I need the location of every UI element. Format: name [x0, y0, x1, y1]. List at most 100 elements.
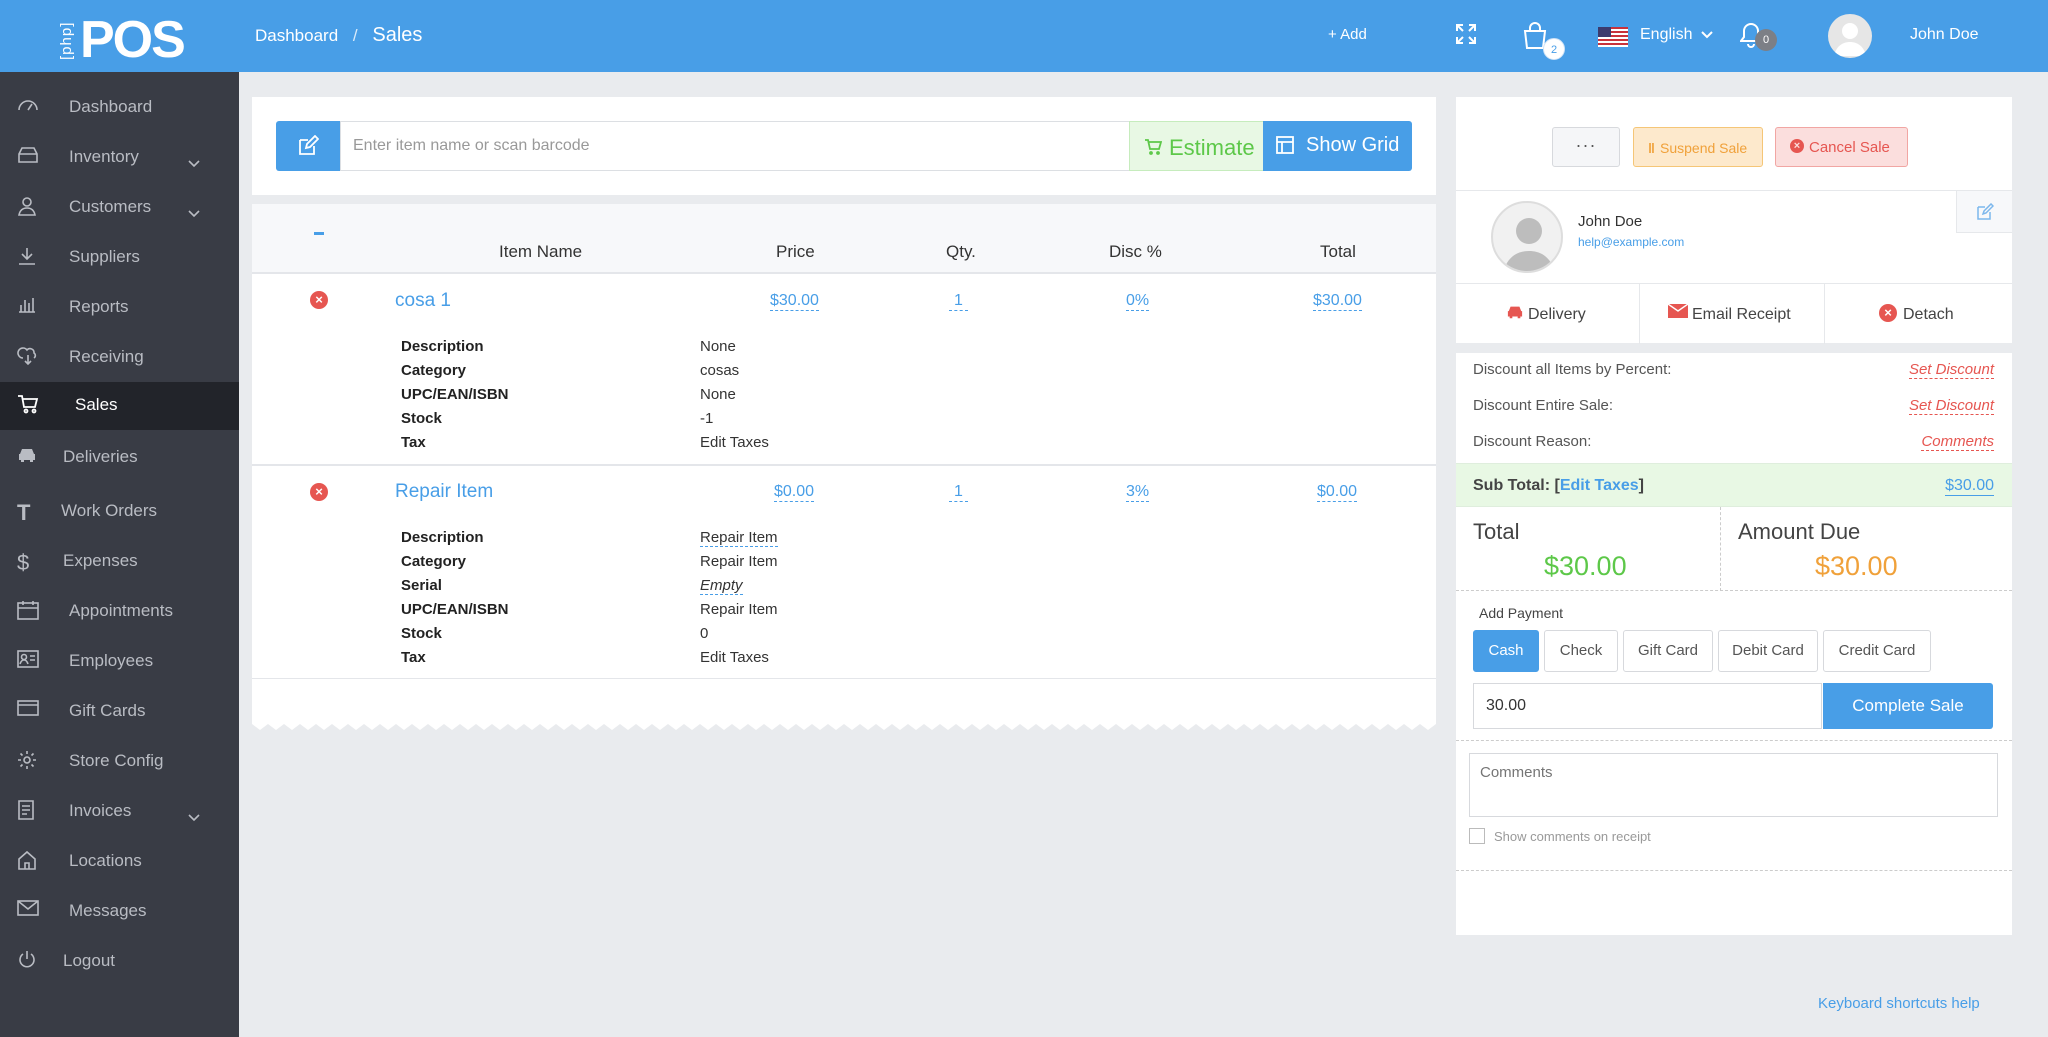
- sidebar-item-label: Employees: [69, 651, 154, 670]
- sidebar-item-label: Logout: [63, 951, 115, 970]
- suppliers-icon: [17, 246, 41, 268]
- delivery-label: Delivery: [1528, 306, 1586, 323]
- cancel-sale-button[interactable]: × Cancel Sale: [1775, 127, 1908, 167]
- sidebar-item-store-config[interactable]: Store Config: [0, 738, 239, 786]
- sidebar-item-locations[interactable]: Locations: [0, 838, 239, 886]
- comments-textarea[interactable]: [1469, 753, 1998, 817]
- column-header-disc[interactable]: Disc %: [1109, 242, 1162, 262]
- add-button[interactable]: + Add: [1328, 26, 1367, 43]
- sidebar-item-reports[interactable]: Reports: [0, 284, 239, 332]
- estimate-button[interactable]: Estimate: [1129, 121, 1265, 171]
- sidebar-item-logout[interactable]: Logout: [0, 938, 239, 986]
- sidebar: Dashboard Inventory Customers Suppliers …: [0, 72, 239, 1037]
- sidebar-item-appointments[interactable]: Appointments: [0, 588, 239, 636]
- sidebar-item-gift-cards[interactable]: Gift Cards: [0, 688, 239, 736]
- inventory-icon: [17, 146, 41, 168]
- keyboard-shortcuts-help-link[interactable]: Keyboard shortcuts help: [1818, 995, 1980, 1012]
- show-comments-label[interactable]: Show comments on receipt: [1494, 829, 1651, 844]
- sidebar-item-label: Invoices: [69, 801, 132, 820]
- item-search-panel: Estimate Show Grid: [252, 97, 1436, 195]
- discount-reason-link[interactable]: Comments: [1921, 433, 1994, 451]
- detail-label: Category: [401, 362, 467, 379]
- cart-item-discount[interactable]: 0%: [1126, 292, 1150, 311]
- column-header-item-name[interactable]: Item Name: [499, 242, 582, 262]
- customer-name[interactable]: John Doe: [1578, 213, 1642, 230]
- sidebar-item-customers[interactable]: Customers: [0, 184, 239, 232]
- user-name[interactable]: John Doe: [1910, 26, 1979, 44]
- deliveries-icon: [17, 446, 41, 468]
- more-options-button[interactable]: ···: [1552, 127, 1620, 167]
- edit-taxes-link[interactable]: Edit Taxes: [700, 649, 769, 666]
- collapse-all-toggle[interactable]: [314, 232, 324, 235]
- cart-item-price[interactable]: $30.00: [770, 292, 819, 311]
- language-label: English: [1640, 26, 1693, 43]
- payment-amount-input[interactable]: [1473, 683, 1822, 729]
- user-avatar[interactable]: [1828, 14, 1872, 58]
- detach-customer-button[interactable]: × Detach: [1825, 284, 2012, 344]
- cart-item-total[interactable]: $0.00: [1317, 483, 1358, 502]
- cart-item-qty[interactable]: 1: [949, 292, 968, 311]
- payment-credit-card-button[interactable]: Credit Card: [1823, 630, 1931, 672]
- item-search-input[interactable]: [340, 121, 1132, 171]
- row-divider: [252, 678, 1436, 679]
- edit-icon: [299, 135, 319, 155]
- payment-check-button[interactable]: Check: [1544, 630, 1618, 672]
- detail-value: Repair Item: [700, 601, 778, 618]
- delivery-button[interactable]: Delivery: [1456, 284, 1640, 344]
- column-header-price[interactable]: Price: [776, 242, 815, 262]
- cart-item-discount[interactable]: 3%: [1126, 483, 1150, 502]
- sidebar-item-label: Messages: [69, 901, 147, 920]
- remove-item-icon[interactable]: ×: [310, 483, 328, 501]
- serial-edit-link[interactable]: Empty: [700, 577, 743, 595]
- cart-item-total[interactable]: $30.00: [1313, 292, 1362, 311]
- sidebar-item-sales[interactable]: Sales: [0, 382, 239, 430]
- sidebar-item-dashboard[interactable]: Dashboard: [0, 84, 239, 132]
- edit-taxes-link[interactable]: Edit Taxes: [700, 434, 769, 451]
- email-receipt-button[interactable]: Email Receipt: [1640, 284, 1825, 344]
- payment-debit-card-button[interactable]: Debit Card: [1718, 630, 1818, 672]
- show-grid-label: Show Grid: [1306, 134, 1400, 156]
- sidebar-item-expenses[interactable]: $ Expenses: [0, 538, 239, 586]
- payment-gift-card-button[interactable]: Gift Card: [1623, 630, 1713, 672]
- email-receipt-label: Email Receipt: [1692, 306, 1791, 323]
- sidebar-item-inventory[interactable]: Inventory: [0, 134, 239, 182]
- sidebar-item-employees[interactable]: Employees: [0, 638, 239, 686]
- sidebar-item-deliveries[interactable]: Deliveries: [0, 434, 239, 482]
- sidebar-item-work-orders[interactable]: T Work Orders: [0, 488, 239, 536]
- column-header-total[interactable]: Total: [1320, 242, 1356, 262]
- cart-table: Item Name Price Qty. Disc % Total × cosa…: [252, 204, 1436, 730]
- discount-entire-label: Discount Entire Sale:: [1473, 397, 1614, 414]
- cart-icon: [1145, 139, 1162, 155]
- sidebar-item-messages[interactable]: Messages: [0, 888, 239, 936]
- suspend-sale-button[interactable]: ‖ Suspend Sale: [1633, 127, 1763, 167]
- customer-email[interactable]: help@example.com: [1578, 235, 1684, 249]
- cart-item-qty[interactable]: 1: [949, 483, 968, 502]
- edit-customer-button[interactable]: [1956, 191, 2012, 233]
- app-logo[interactable]: [php] POS: [56, 8, 186, 69]
- set-discount-entire-link[interactable]: Set Discount: [1908, 397, 1994, 415]
- description-edit-link[interactable]: Repair Item: [700, 529, 778, 547]
- customers-icon: [17, 196, 41, 218]
- complete-sale-button[interactable]: Complete Sale: [1823, 683, 1993, 729]
- employees-icon: [17, 650, 41, 672]
- column-header-qty[interactable]: Qty.: [946, 242, 976, 262]
- sidebar-item-label: Store Config: [69, 751, 164, 770]
- set-discount-percent-link[interactable]: Set Discount: [1908, 361, 1994, 379]
- sidebar-item-receiving[interactable]: Receiving: [0, 334, 239, 382]
- sidebar-item-suppliers[interactable]: Suppliers: [0, 234, 239, 282]
- show-grid-button[interactable]: Show Grid: [1263, 121, 1412, 171]
- sidebar-item-invoices[interactable]: Invoices: [0, 788, 239, 836]
- remove-item-icon[interactable]: ×: [310, 291, 328, 309]
- new-item-button[interactable]: [276, 121, 340, 171]
- subtotal-value[interactable]: $30.00: [1945, 477, 1994, 496]
- cart-item-name[interactable]: Repair Item: [395, 481, 493, 503]
- language-dropdown[interactable]: English: [1640, 26, 1713, 44]
- payment-cash-button[interactable]: Cash: [1473, 630, 1539, 672]
- cart-item-name[interactable]: cosa 1: [395, 290, 451, 312]
- show-comments-checkbox[interactable]: [1469, 828, 1485, 844]
- detail-value: None: [700, 386, 736, 403]
- cart-item-price[interactable]: $0.00: [774, 483, 815, 502]
- breadcrumb-dashboard-link[interactable]: Dashboard: [255, 26, 338, 45]
- fullscreen-icon[interactable]: [1454, 22, 1480, 48]
- edit-taxes-link[interactable]: Edit Taxes: [1560, 477, 1639, 494]
